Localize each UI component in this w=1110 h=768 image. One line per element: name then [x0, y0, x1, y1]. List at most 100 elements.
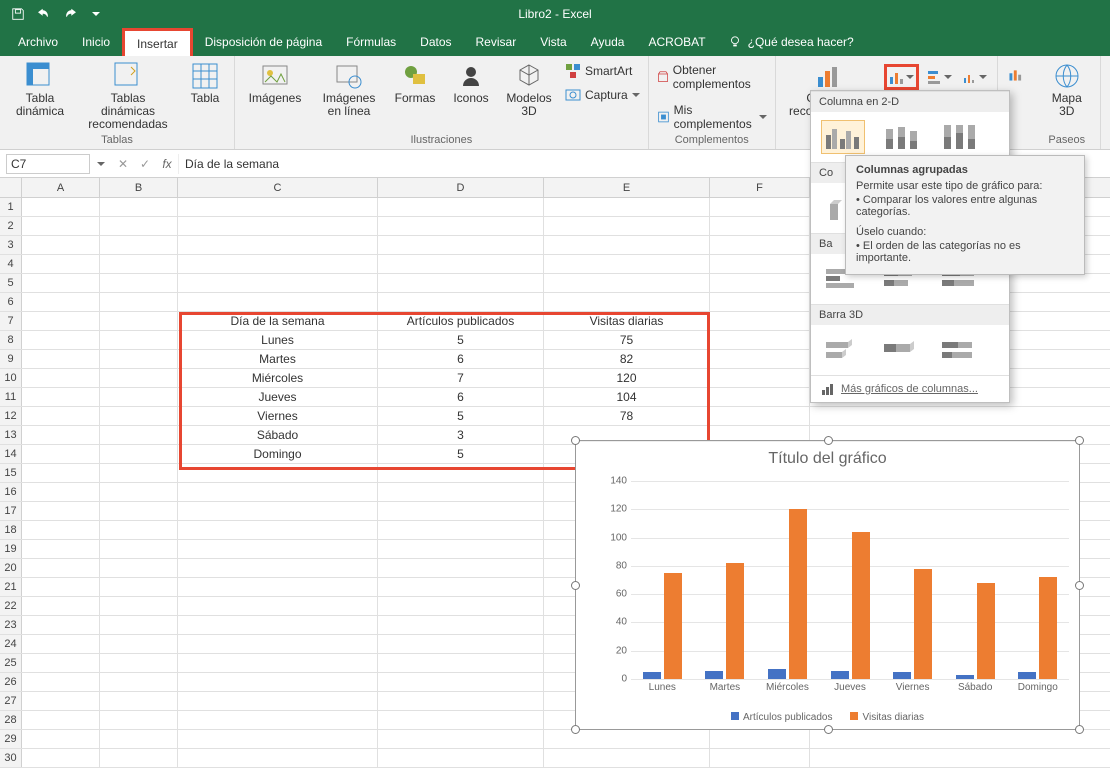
cell[interactable] [710, 274, 810, 292]
cell[interactable] [22, 445, 100, 463]
cell[interactable] [22, 350, 100, 368]
cell[interactable] [100, 217, 178, 235]
cell[interactable] [178, 521, 378, 539]
row-header[interactable]: 30 [0, 749, 22, 767]
cell[interactable] [378, 749, 544, 767]
shapes-button[interactable]: Formas [391, 60, 439, 118]
row-header[interactable]: 16 [0, 483, 22, 501]
cell[interactable] [100, 255, 178, 273]
cell[interactable] [100, 331, 178, 349]
stacked100-column-thumb[interactable] [937, 120, 981, 154]
more-column-charts[interactable]: Más gráficos de columnas... [811, 375, 1009, 402]
cell[interactable] [22, 255, 100, 273]
row-header[interactable]: 7 [0, 312, 22, 330]
bar-series2[interactable] [977, 583, 995, 679]
cell[interactable] [100, 483, 178, 501]
cell[interactable] [178, 502, 378, 520]
bar-series1[interactable] [705, 671, 723, 679]
bar-series1[interactable] [768, 669, 786, 679]
column-chart-dropdown[interactable] [884, 64, 919, 90]
cell[interactable] [22, 692, 100, 710]
cell[interactable] [378, 654, 544, 672]
pivotchart-button[interactable] [1006, 64, 1026, 84]
cell[interactable]: Artículos publicados [378, 312, 544, 330]
cell[interactable] [22, 274, 100, 292]
row-header[interactable]: 24 [0, 635, 22, 653]
map3d-button[interactable]: Mapa 3D [1042, 60, 1092, 118]
cell[interactable] [378, 274, 544, 292]
cell[interactable] [100, 597, 178, 615]
cell[interactable] [178, 236, 378, 254]
chart-plot-area[interactable]: 020406080100120140LunesMartesMiércolesJu… [631, 481, 1069, 679]
online-images-button[interactable]: Imágenes en línea [317, 60, 381, 118]
row-header[interactable]: 21 [0, 578, 22, 596]
cell[interactable] [100, 350, 178, 368]
bar-series1[interactable] [831, 671, 849, 679]
cell[interactable] [22, 407, 100, 425]
cell[interactable] [378, 521, 544, 539]
bar-chart-dropdown[interactable] [925, 64, 954, 90]
tab-datos[interactable]: Datos [408, 28, 463, 56]
cell[interactable] [178, 616, 378, 634]
cell[interactable] [22, 502, 100, 520]
cell[interactable]: 120 [544, 369, 710, 387]
cell[interactable] [100, 293, 178, 311]
cell[interactable] [22, 388, 100, 406]
icons-button[interactable]: Iconos [449, 60, 493, 118]
enter-formula-icon[interactable]: ✓ [134, 157, 156, 171]
cell[interactable] [178, 730, 378, 748]
cell[interactable] [22, 369, 100, 387]
capture-button[interactable]: Captura [565, 84, 640, 106]
cell[interactable] [378, 255, 544, 273]
col-header-b[interactable]: B [100, 178, 178, 197]
cell[interactable]: 3 [378, 426, 544, 444]
cell[interactable] [710, 350, 810, 368]
row-header[interactable]: 6 [0, 293, 22, 311]
cell[interactable]: 7 [378, 369, 544, 387]
cell[interactable] [378, 198, 544, 216]
cell[interactable]: 75 [544, 331, 710, 349]
cell[interactable] [544, 274, 710, 292]
bar-series1[interactable] [643, 672, 661, 679]
recommended-pivot-button[interactable]: Tablas dinámicas recomendadas [82, 60, 174, 132]
cell[interactable]: Sábado [178, 426, 378, 444]
cell[interactable] [22, 426, 100, 444]
images-button[interactable]: Imágenes [243, 60, 307, 118]
cell[interactable] [544, 293, 710, 311]
cell[interactable] [544, 198, 710, 216]
table-button[interactable]: Tabla [184, 60, 226, 132]
cell[interactable] [22, 293, 100, 311]
cell[interactable] [178, 559, 378, 577]
chart-legend[interactable]: Artículos publicados Visitas diarias [576, 712, 1079, 723]
cell[interactable] [178, 540, 378, 558]
row-header[interactable]: 28 [0, 711, 22, 729]
cell[interactable] [100, 749, 178, 767]
cell[interactable] [378, 692, 544, 710]
cell[interactable]: 5 [378, 331, 544, 349]
cell[interactable] [100, 236, 178, 254]
cell[interactable] [22, 483, 100, 501]
cell[interactable] [178, 464, 378, 482]
cell[interactable] [22, 540, 100, 558]
cell[interactable] [178, 749, 378, 767]
bar-series2[interactable] [789, 509, 807, 679]
tab-archivo[interactable]: Archivo [6, 28, 70, 56]
cell[interactable] [22, 198, 100, 216]
cell[interactable]: Viernes [178, 407, 378, 425]
get-addins-button[interactable]: Obtener complementos [657, 66, 767, 88]
cell[interactable] [22, 597, 100, 615]
cell[interactable] [100, 274, 178, 292]
cell[interactable]: 6 [378, 350, 544, 368]
row-header[interactable]: 26 [0, 673, 22, 691]
cell[interactable] [178, 711, 378, 729]
row-header[interactable]: 9 [0, 350, 22, 368]
cell[interactable] [100, 198, 178, 216]
bar3d-stacked-thumb[interactable] [879, 333, 923, 367]
cell[interactable] [710, 236, 810, 254]
tab-ayuda[interactable]: Ayuda [579, 28, 637, 56]
cell[interactable] [100, 540, 178, 558]
row-header[interactable]: 18 [0, 521, 22, 539]
row-header[interactable]: 17 [0, 502, 22, 520]
cell[interactable] [178, 483, 378, 501]
cell[interactable] [378, 616, 544, 634]
